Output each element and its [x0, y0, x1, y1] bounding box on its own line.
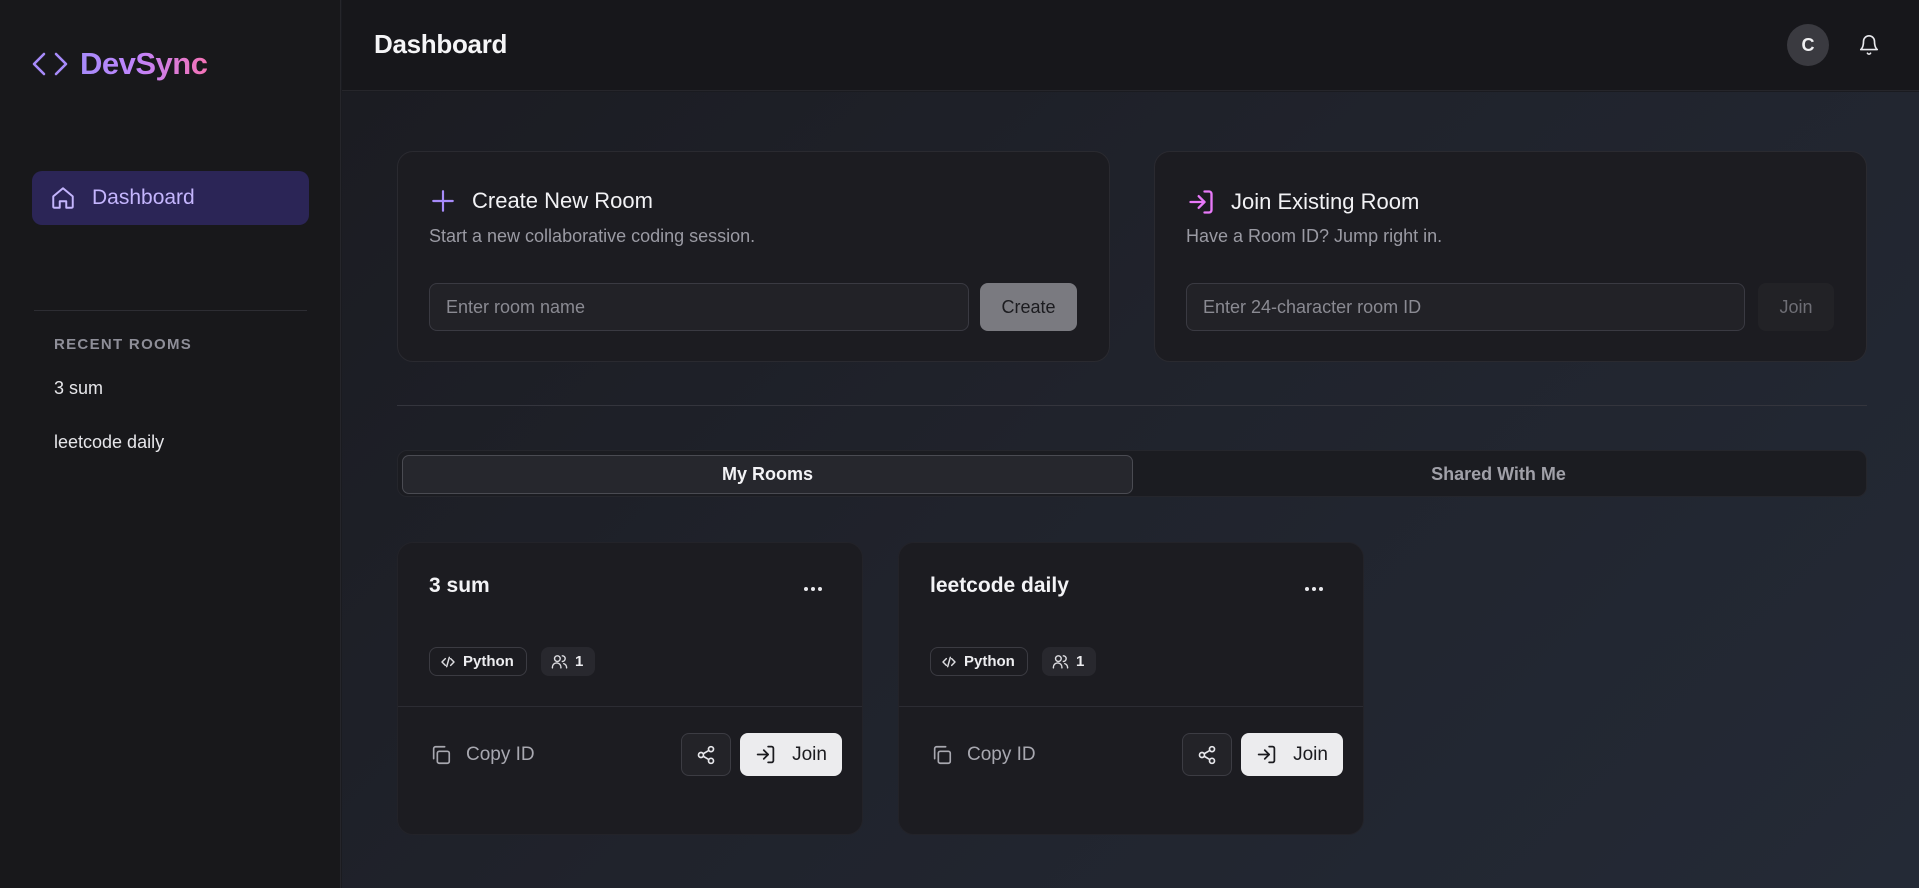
join-label: Join — [1293, 743, 1328, 765]
share-button[interactable] — [681, 733, 731, 776]
room-id-input[interactable] — [1186, 283, 1745, 331]
users-icon — [1052, 653, 1069, 670]
room-card: leetcode daily Python 1 Copy ID Join — [898, 542, 1364, 835]
plus-icon — [430, 188, 456, 214]
card-divider — [899, 706, 1363, 707]
tab-my-rooms[interactable]: My Rooms — [402, 455, 1133, 494]
card-divider — [398, 706, 862, 707]
code-icon — [941, 654, 957, 670]
members-badge: 1 — [1042, 647, 1097, 676]
copy-icon — [430, 744, 452, 766]
users-icon — [551, 653, 568, 670]
top-header: Dashboard C — [342, 0, 1919, 91]
home-icon — [50, 185, 76, 211]
language-label: Python — [964, 653, 1015, 670]
share-button[interactable] — [1182, 733, 1232, 776]
members-count: 1 — [1076, 653, 1085, 670]
create-room-title: Create New Room — [472, 188, 653, 213]
create-room-header: Create New Room — [430, 188, 653, 214]
avatar[interactable]: C — [1787, 24, 1829, 66]
app-name: DevSync — [80, 46, 208, 81]
code-brackets-icon — [32, 51, 68, 77]
copy-icon — [931, 744, 953, 766]
join-room-card-button[interactable]: Join — [740, 733, 842, 776]
join-room-description: Have a Room ID? Jump right in. — [1186, 226, 1443, 246]
join-room-card: Join Existing Room Have a Room ID? Jump … — [1154, 151, 1867, 362]
language-badge: Python — [429, 647, 527, 676]
members-badge: 1 — [541, 647, 596, 676]
section-divider — [397, 405, 1867, 406]
sidebar: DevSync Dashboard RECENT ROOMS 3 sum lee… — [0, 0, 341, 888]
recent-room-item[interactable]: 3 sum — [54, 378, 103, 399]
recent-room-item[interactable]: leetcode daily — [54, 432, 164, 453]
sidebar-item-label: Dashboard — [92, 186, 195, 209]
create-room-description: Start a new collaborative coding session… — [429, 226, 756, 246]
sidebar-divider — [34, 310, 307, 311]
recent-rooms-heading: RECENT ROOMS — [54, 336, 193, 353]
join-label: Join — [792, 743, 827, 765]
sign-in-icon — [1187, 188, 1215, 216]
copy-id-button[interactable]: Copy ID — [430, 744, 535, 766]
share-icon — [696, 745, 716, 765]
bell-icon[interactable] — [1858, 33, 1880, 57]
room-card: 3 sum Python 1 Copy ID Join — [397, 542, 863, 835]
members-count: 1 — [575, 653, 584, 670]
share-icon — [1197, 745, 1217, 765]
app-logo[interactable]: DevSync — [32, 46, 208, 82]
more-options-icon[interactable] — [1299, 579, 1329, 599]
more-options-icon[interactable] — [798, 579, 828, 599]
rooms-tabs: My Rooms Shared With Me — [397, 450, 1867, 497]
tab-shared-with-me[interactable]: Shared With Me — [1133, 455, 1864, 494]
page-title: Dashboard — [374, 29, 508, 59]
join-room-header: Join Existing Room — [1187, 188, 1419, 216]
sign-in-icon — [755, 744, 776, 765]
language-label: Python — [463, 653, 514, 670]
join-room-title: Join Existing Room — [1231, 189, 1420, 214]
join-room-button[interactable]: Join — [1758, 283, 1834, 331]
room-name: 3 sum — [429, 574, 490, 597]
code-icon — [440, 654, 456, 670]
sign-in-icon — [1256, 744, 1277, 765]
copy-id-label: Copy ID — [967, 744, 1036, 765]
room-name-input[interactable] — [429, 283, 969, 331]
copy-id-label: Copy ID — [466, 744, 535, 765]
join-room-card-button[interactable]: Join — [1241, 733, 1343, 776]
room-name: leetcode daily — [930, 574, 1069, 597]
create-room-button[interactable]: Create — [980, 283, 1077, 331]
copy-id-button[interactable]: Copy ID — [931, 744, 1036, 766]
main-content: Create New Room Start a new collaborativ… — [342, 92, 1919, 888]
create-room-card: Create New Room Start a new collaborativ… — [397, 151, 1110, 362]
language-badge: Python — [930, 647, 1028, 676]
sidebar-item-dashboard[interactable]: Dashboard — [32, 171, 309, 225]
